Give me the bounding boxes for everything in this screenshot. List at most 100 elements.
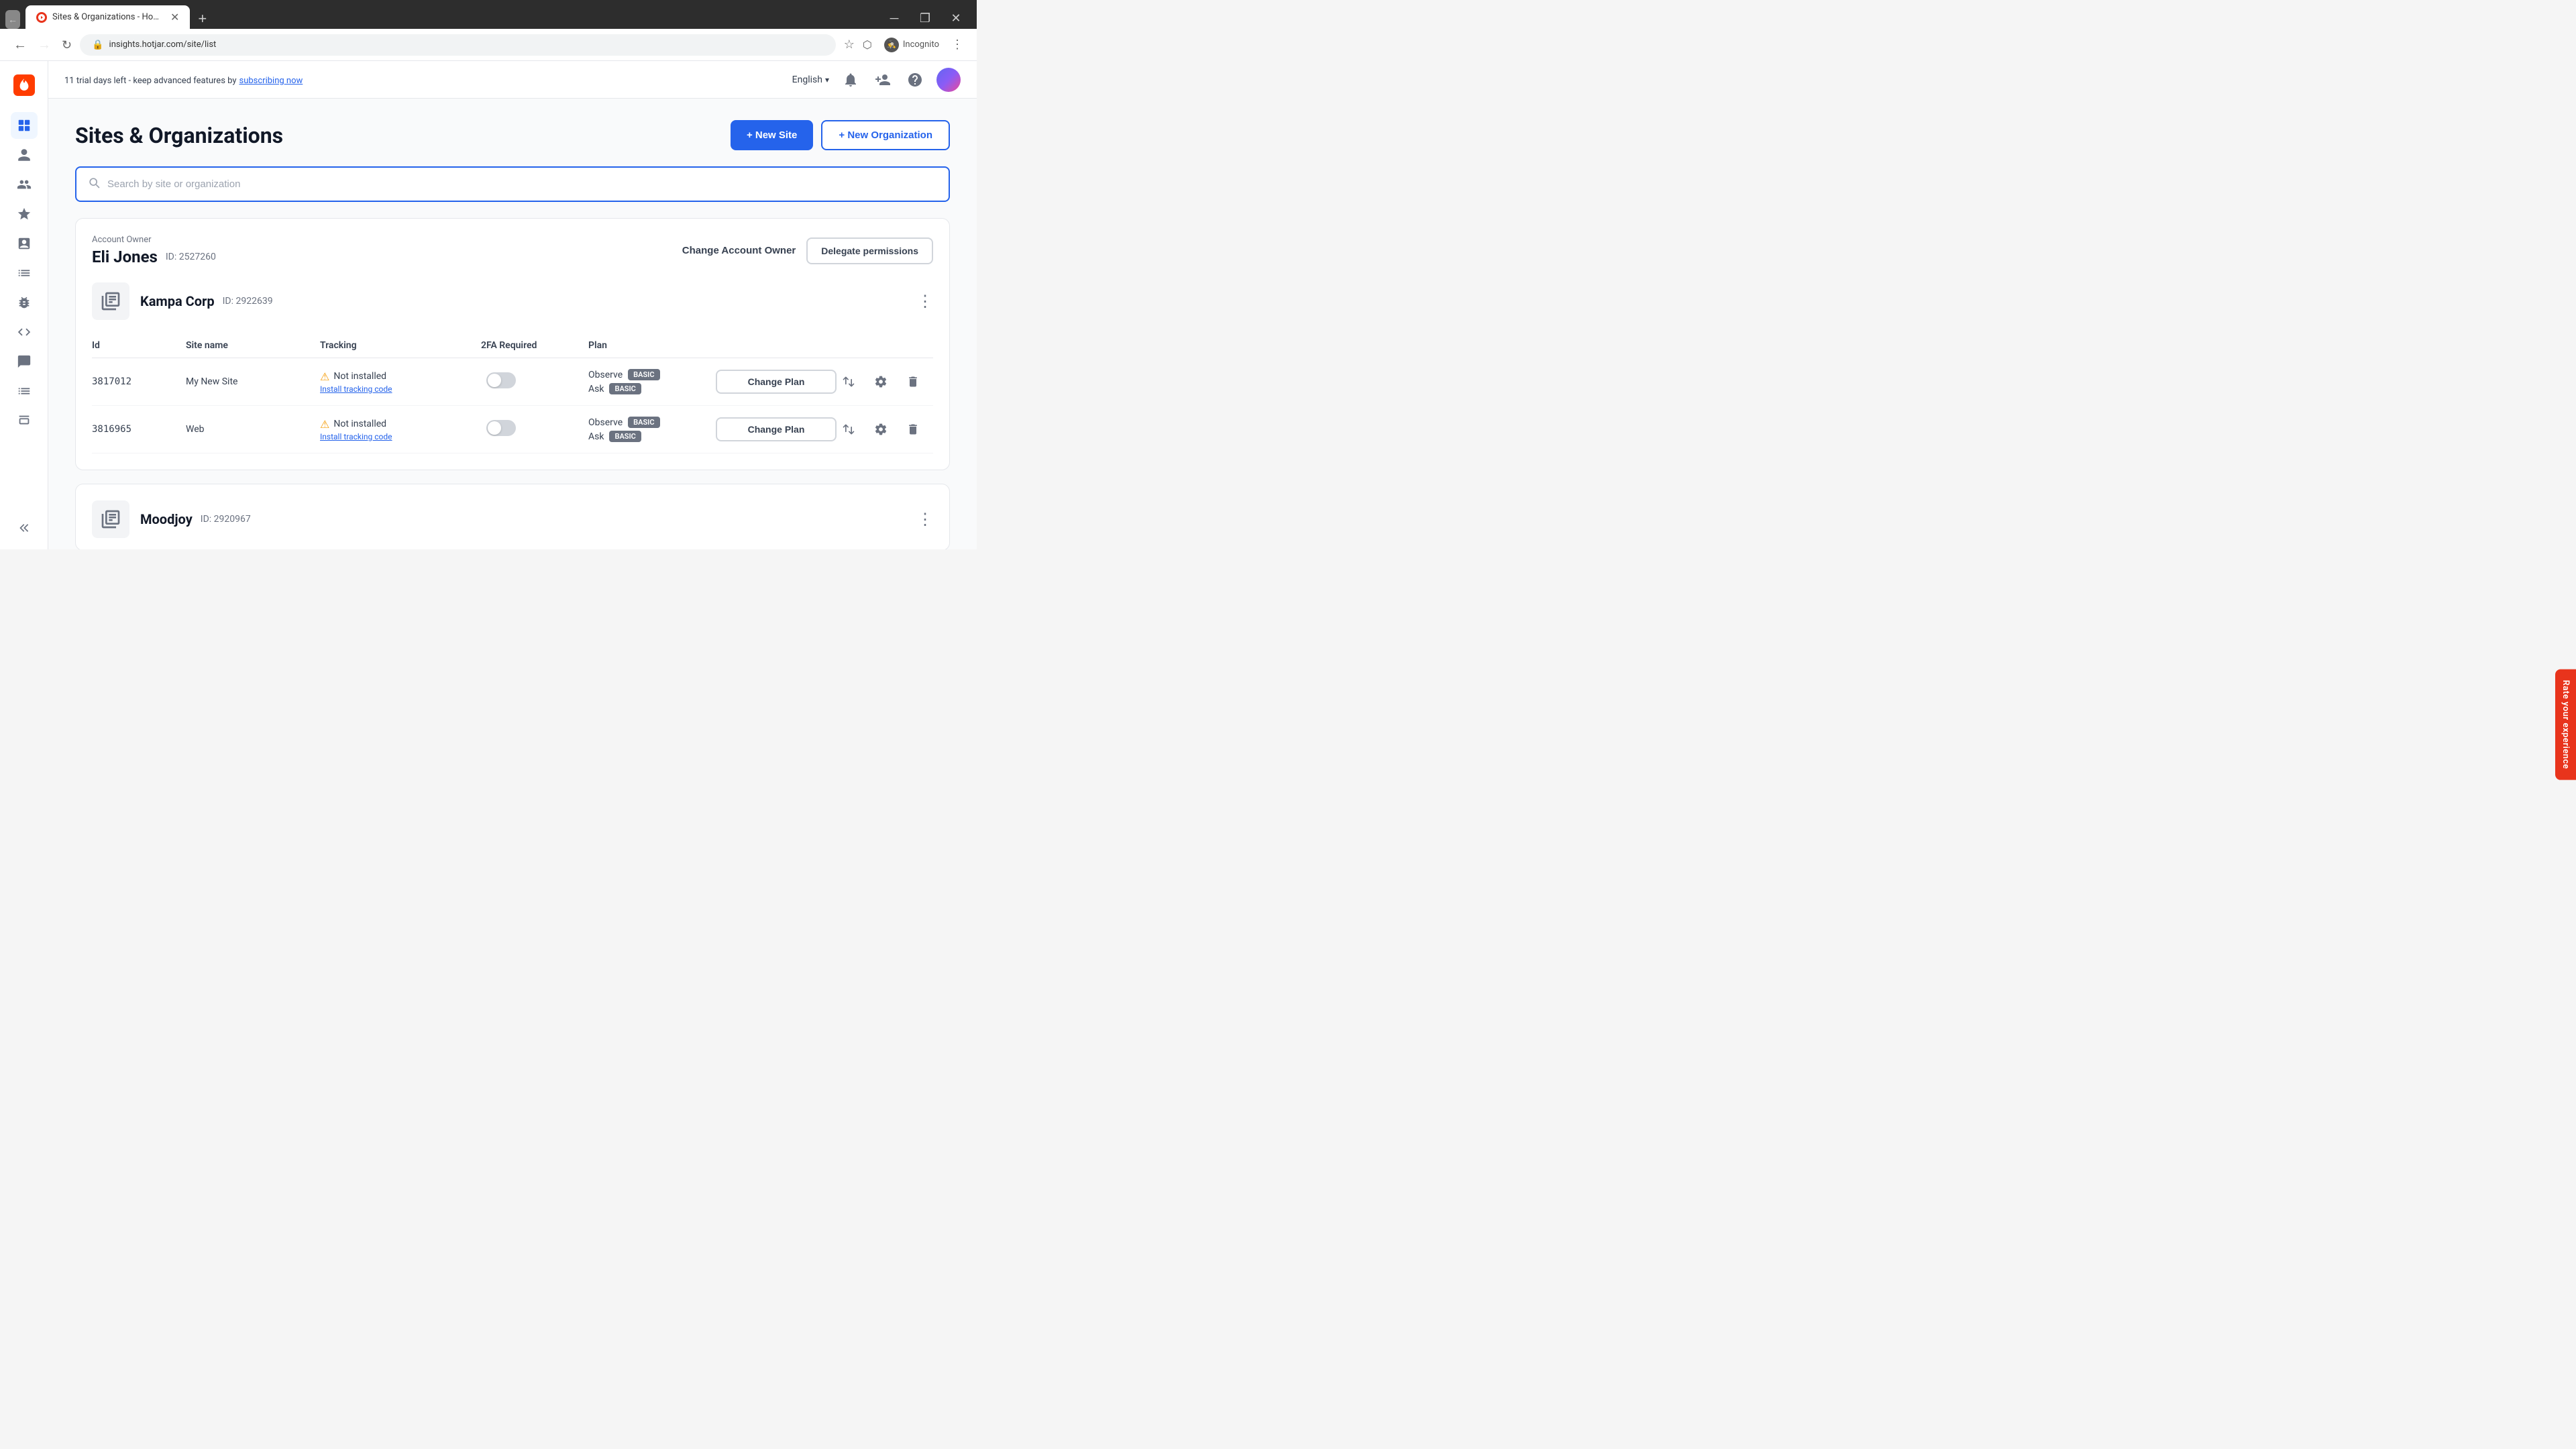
install-link-1[interactable]: Install tracking code bbox=[320, 384, 481, 394]
hotjar-logo[interactable] bbox=[5, 69, 43, 109]
sidebar bbox=[0, 61, 48, 549]
cast-icon[interactable]: ⬡ bbox=[860, 36, 875, 54]
more-options-icon[interactable]: ⋮ bbox=[949, 35, 966, 54]
org-details-kampa: Kampa Corp ID: 2922639 bbox=[140, 293, 273, 309]
url-text: insights.hotjar.com/site/list bbox=[109, 40, 217, 50]
incognito-label: Incognito bbox=[903, 40, 939, 50]
change-plan-button-1[interactable]: Change Plan bbox=[716, 370, 837, 394]
subscribing-now-link[interactable]: subscribing now bbox=[239, 76, 303, 86]
lock-icon: 🔒 bbox=[92, 40, 103, 50]
tracking-text-1: Not installed bbox=[333, 371, 386, 382]
sidebar-item-starred[interactable] bbox=[11, 201, 38, 227]
org-card-moodjoy: Moodjoy ID: 2920967 ⋮ bbox=[75, 484, 950, 549]
tracking-status-2: ⚠ Not installed Install tracking code bbox=[320, 418, 481, 441]
new-site-button[interactable]: + New Site bbox=[731, 120, 813, 150]
plan-observe-1: Observe bbox=[588, 370, 623, 380]
language-dropdown-icon: ▾ bbox=[825, 75, 829, 85]
org-name-kampa: Kampa Corp bbox=[140, 293, 215, 309]
plan-ask-1: Ask bbox=[588, 384, 604, 394]
col-id: Id bbox=[92, 340, 186, 351]
sites-table-kampa: Id Site name Tracking 2FA Required Plan … bbox=[92, 333, 933, 453]
sidebar-item-team[interactable] bbox=[11, 171, 38, 198]
col-tfa: 2FA Required bbox=[481, 340, 588, 351]
sidebar-item-feedback[interactable] bbox=[11, 348, 38, 375]
trial-notice: 11 trial days left - keep advanced featu… bbox=[64, 73, 303, 86]
org-header-moodjoy: Moodjoy ID: 2920967 ⋮ bbox=[92, 500, 933, 538]
account-label: Account Owner bbox=[92, 235, 216, 245]
active-tab[interactable]: Sites & Organizations - Hotjar ✕ bbox=[25, 5, 190, 29]
app-body: 11 trial days left - keep advanced featu… bbox=[0, 61, 977, 549]
org-id-kampa: ID: 2922639 bbox=[223, 296, 273, 307]
table-row: 3817012 My New Site ⚠ Not installed Inst… bbox=[92, 358, 933, 406]
back-button[interactable]: ← bbox=[11, 36, 30, 54]
delete-icon-1[interactable] bbox=[901, 370, 925, 394]
org-name-moodjoy: Moodjoy bbox=[140, 511, 193, 527]
transfer-icon-2[interactable] bbox=[837, 417, 861, 441]
minimize-button[interactable]: ─ bbox=[879, 7, 910, 29]
close-button[interactable]: ✕ bbox=[941, 7, 971, 29]
forward-button[interactable]: → bbox=[35, 36, 54, 54]
account-info: Account Owner Eli Jones ID: 2527260 bbox=[92, 235, 216, 266]
top-bar: 11 trial days left - keep advanced featu… bbox=[48, 61, 977, 99]
org-header-kampa: Kampa Corp ID: 2922639 ⋮ bbox=[92, 282, 933, 320]
search-bar bbox=[75, 166, 950, 202]
url-bar[interactable]: 🔒 insights.hotjar.com/site/list bbox=[80, 34, 836, 56]
col-site-name: Site name bbox=[186, 340, 320, 351]
org-id-moodjoy: ID: 2920967 bbox=[201, 514, 251, 525]
delete-icon-2[interactable] bbox=[901, 417, 925, 441]
settings-icon-2[interactable] bbox=[869, 417, 893, 441]
tfa-toggle-2[interactable] bbox=[481, 420, 588, 439]
sidebar-item-users[interactable] bbox=[11, 142, 38, 168]
plan-observe-2: Observe bbox=[588, 417, 623, 428]
add-user-icon[interactable] bbox=[872, 69, 894, 91]
org-more-button-kampa[interactable]: ⋮ bbox=[917, 292, 933, 311]
plan-cell-1: Observe BASIC Ask BASIC bbox=[588, 369, 716, 394]
tracking-status-1: ⚠ Not installed Install tracking code bbox=[320, 370, 481, 394]
whatsnew-icon[interactable] bbox=[840, 69, 861, 91]
install-link-2[interactable]: Install tracking code bbox=[320, 432, 481, 441]
tab-title: Sites & Organizations - Hotjar bbox=[52, 12, 160, 22]
settings-icon-1[interactable] bbox=[869, 370, 893, 394]
sidebar-item-list[interactable] bbox=[11, 378, 38, 405]
header-buttons: + New Site + New Organization bbox=[731, 120, 950, 150]
tab-close-button[interactable]: ✕ bbox=[170, 11, 179, 23]
account-id: ID: 2527260 bbox=[166, 252, 216, 262]
transfer-icon-1[interactable] bbox=[837, 370, 861, 394]
change-plan-button-2[interactable]: Change Plan bbox=[716, 417, 837, 441]
sidebar-item-reports[interactable] bbox=[11, 230, 38, 257]
search-input[interactable] bbox=[107, 178, 938, 190]
page-title: Sites & Organizations bbox=[75, 123, 283, 148]
new-organization-button[interactable]: + New Organization bbox=[821, 120, 950, 150]
address-bar: ← → ↻ 🔒 insights.hotjar.com/site/list ☆ … bbox=[0, 29, 977, 61]
sidebar-item-analytics[interactable] bbox=[11, 260, 38, 286]
bookmark-icon[interactable]: ☆ bbox=[841, 35, 857, 54]
page-content: Sites & Organizations + New Site + New O… bbox=[48, 99, 977, 549]
sidebar-collapse-button[interactable] bbox=[11, 515, 38, 541]
user-avatar[interactable] bbox=[936, 68, 961, 92]
sidebar-item-code[interactable] bbox=[11, 319, 38, 345]
org-more-button-moodjoy[interactable]: ⋮ bbox=[917, 510, 933, 529]
incognito-badge: 🕵 Incognito bbox=[877, 35, 946, 55]
tracking-text-2: Not installed bbox=[333, 419, 386, 429]
sidebar-item-storage[interactable] bbox=[11, 407, 38, 434]
new-tab-button[interactable]: + bbox=[193, 11, 212, 26]
badge-ask-1: BASIC bbox=[609, 383, 641, 394]
plan-ask-2: Ask bbox=[588, 431, 604, 442]
site-id-2: 3816965 bbox=[92, 424, 186, 435]
account-actions: Change Account Owner Delegate permission… bbox=[682, 237, 933, 264]
account-name-text: Eli Jones bbox=[92, 248, 158, 266]
warning-icon-1: ⚠ bbox=[320, 370, 329, 383]
help-icon[interactable] bbox=[904, 69, 926, 91]
sidebar-item-integrations[interactable] bbox=[11, 289, 38, 316]
org-icon-kampa bbox=[92, 282, 129, 320]
table-row: 3816965 Web ⚠ Not installed Install trac… bbox=[92, 406, 933, 453]
maximize-button[interactable]: ❐ bbox=[910, 7, 941, 29]
delegate-permissions-button[interactable]: Delegate permissions bbox=[806, 237, 933, 264]
change-account-owner-button[interactable]: Change Account Owner bbox=[682, 245, 796, 256]
tfa-toggle-1[interactable] bbox=[481, 372, 588, 391]
page-header: Sites & Organizations + New Site + New O… bbox=[75, 120, 950, 150]
sidebar-item-sites[interactable] bbox=[11, 112, 38, 139]
refresh-button[interactable]: ↻ bbox=[59, 36, 74, 54]
rate-experience-tab[interactable]: Rate your experience bbox=[2555, 669, 2576, 780]
language-selector[interactable]: English ▾ bbox=[792, 74, 829, 85]
